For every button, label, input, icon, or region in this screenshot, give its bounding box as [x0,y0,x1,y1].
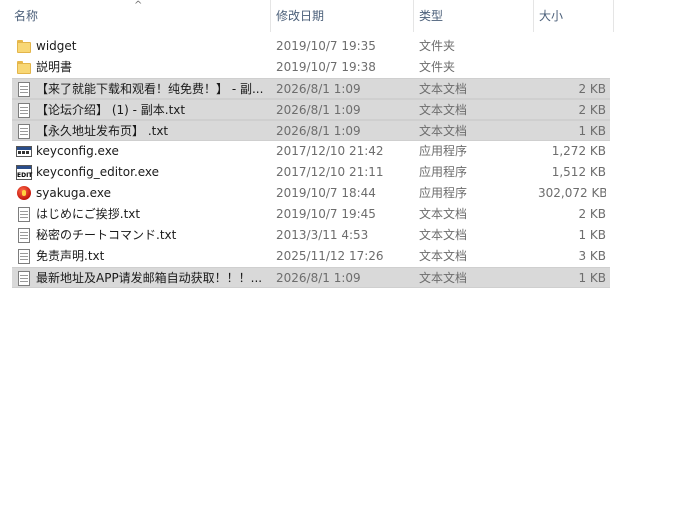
folder-icon [16,39,32,54]
text-file-icon [16,249,32,264]
column-header-bar: 名称 ^ 修改日期 类型 大小 [0,0,614,32]
text-file-icon [16,82,32,97]
file-name: syakuga.exe [36,186,111,200]
file-name: 最新地址及APP请发邮箱自动获取！！！... [36,271,263,285]
column-header-type[interactable]: 类型 [413,0,533,32]
file-size: 1,512 KB [551,165,606,179]
column-header-size-label: 大小 [539,9,564,23]
file-size: 1 KB [578,228,606,242]
file-type: 文本文档 [419,271,468,285]
file-modified-date: 2026/8/1 1:09 [276,124,361,138]
folder-icon [16,60,32,75]
file-modified-date: 2026/8/1 1:09 [276,82,361,96]
file-modified-date: 2019/10/7 19:45 [276,207,376,221]
game-app-icon [16,186,32,201]
file-modified-date: 2017/12/10 21:11 [276,165,384,179]
file-modified-date: 2017/12/10 21:42 [276,144,384,158]
text-file-icon [16,207,32,222]
file-row[interactable]: widget 2019/10/7 19:35 文件夹 [12,36,610,57]
file-name: keyconfig_editor.exe [36,165,160,179]
text-file-icon [16,103,32,118]
file-type: 文本文档 [419,207,468,221]
file-row[interactable]: keyconfig.exe 2017/12/10 21:42 应用程序 1,272 K… [12,141,610,162]
file-modified-date: 2025/11/12 17:26 [276,249,384,263]
file-name: はじめにご挨拶.txt [36,207,141,221]
file-size: 1,272 KB [551,144,606,158]
column-header-name-label: 名称 [14,9,39,23]
text-file-icon [16,124,32,139]
file-modified-date: 2013/3/11 4:53 [276,228,369,242]
file-row[interactable]: EDIT keyconfig_editor.exe 2017/12/10 21:11… [12,162,610,183]
file-row[interactable]: 説明書 2019/10/7 19:38 文件夹 [12,57,610,78]
file-size [538,36,606,57]
file-type: 文件夹 [419,39,456,53]
file-name: widget [36,39,77,53]
file-type: 文本文档 [419,249,468,263]
file-type: 文件夹 [419,60,456,74]
file-size: 3 KB [578,249,606,263]
file-row[interactable]: 【永久地址发布页】 .txt 2026/8/1 1:09 文本文档 1 KB [12,120,610,141]
file-modified-date: 2019/10/7 19:38 [276,60,376,74]
text-file-icon [16,271,32,286]
file-name: 秘密のチートコマンド.txt [36,228,177,242]
file-row[interactable]: 【来了就能下载和观看！纯免费！】 - 副... 2026/8/1 1:09 文本文档… [12,78,610,99]
application-icon [16,144,32,159]
file-modified-date: 2019/10/7 18:44 [276,186,376,200]
column-header-size[interactable]: 大小 [533,0,613,32]
editor-icon-label: EDIT [17,172,33,179]
file-size: 2 KB [578,207,606,221]
file-type: 文本文档 [419,124,468,138]
column-divider[interactable] [613,0,614,32]
file-modified-date: 2019/10/7 19:35 [276,39,376,53]
file-type: 应用程序 [419,186,468,200]
editor-app-icon: EDIT [16,165,32,180]
file-modified-date: 2026/8/1 1:09 [276,103,361,117]
column-header-date[interactable]: 修改日期 [270,0,413,32]
file-size: 2 KB [578,82,606,96]
file-type: 文本文档 [419,228,468,242]
text-file-icon [16,228,32,243]
column-header-type-label: 类型 [419,9,444,23]
file-list: widget 2019/10/7 19:35 文件夹 説明書 2019/10/7 19:… [12,36,610,288]
file-name: 【论坛介绍】 (1) - 副本.txt [36,103,186,117]
file-name: 免责声明.txt [36,249,105,263]
file-size [538,57,606,78]
file-type: 应用程序 [419,144,468,158]
file-name: keyconfig.exe [36,144,119,158]
sort-ascending-icon: ^ [134,0,143,11]
file-row[interactable]: 最新地址及APP请发邮箱自动获取！！！... 2026/8/1 1:09 文本文档 1… [12,267,610,288]
file-name: 【来了就能下载和观看！纯免费！】 - 副... [36,82,264,96]
file-name: 説明書 [36,60,73,74]
file-row[interactable]: syakuga.exe 2019/10/7 18:44 应用程序 302,072 KB [12,183,610,204]
file-size: 302,072 KB [538,186,606,200]
file-row[interactable]: はじめにご挨拶.txt 2019/10/7 19:45 文本文档 2 KB [12,204,610,225]
file-type: 应用程序 [419,165,468,179]
file-name: 【永久地址发布页】 .txt [36,124,169,138]
file-modified-date: 2026/8/1 1:09 [276,271,361,285]
file-row[interactable]: 免责声明.txt 2025/11/12 17:26 文本文档 3 KB [12,246,610,267]
file-size: 1 KB [578,124,606,138]
file-type: 文本文档 [419,82,468,96]
file-size: 1 KB [578,271,606,285]
file-type: 文本文档 [419,103,468,117]
file-row[interactable]: 【论坛介绍】 (1) - 副本.txt 2026/8/1 1:09 文本文档 2 KB [12,99,610,120]
column-header-date-label: 修改日期 [276,9,325,23]
file-size: 2 KB [578,103,606,117]
file-row[interactable]: 秘密のチートコマンド.txt 2013/3/11 4:53 文本文档 1 KB [12,225,610,246]
